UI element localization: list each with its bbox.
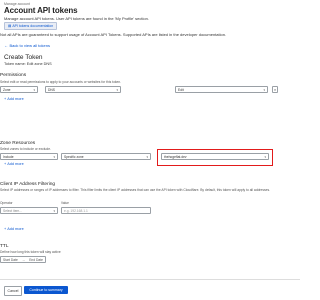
zone-mode-select[interactable]: Include ▾	[0, 153, 58, 160]
continue-button[interactable]: Continue to summary	[24, 286, 68, 294]
page-title: Account API tokens	[4, 6, 78, 15]
permission-resource-value: DNS	[48, 87, 55, 92]
permissions-add-more-label: Add more	[7, 97, 24, 101]
permissions-heading: Permissions	[0, 73, 27, 78]
token-name-label[interactable]: Token name: Edit zone DNS	[4, 62, 52, 66]
ttl-start-date: Start Date	[3, 257, 18, 262]
close-icon: ×	[273, 87, 277, 92]
arrow-left-icon: ←	[4, 43, 8, 48]
zone-resources-hint: Select zones to include or exclude.	[0, 147, 51, 151]
operator-label: Operator	[0, 201, 13, 205]
plus-icon: +	[4, 97, 7, 101]
ip-filtering-heading: Client IP Address Filtering	[0, 182, 56, 187]
chevron-down-icon: ▾	[263, 87, 265, 92]
chevron-down-icon: ▾	[146, 154, 148, 159]
permission-scope-value: Zone	[3, 87, 11, 92]
docs-button-label: API tokens documentation	[12, 24, 54, 28]
ip-filtering-add-more[interactable]: + Add more	[4, 227, 24, 231]
chevron-down-icon: ▾	[53, 208, 55, 213]
permission-resource-select[interactable]: DNS ▾	[45, 86, 121, 93]
permissions-hint: Select edit or read permissions to apply…	[0, 80, 122, 84]
footer-divider	[0, 279, 300, 280]
back-link[interactable]: ← Back to view all tokens	[4, 43, 50, 48]
permission-level-value: Edit	[178, 87, 184, 92]
ttl-arrow: →	[21, 257, 26, 262]
document-icon: ▤	[8, 24, 12, 28]
chevron-down-icon: ▾	[116, 87, 118, 92]
api-support-note: Not all APIs are guaranteed to support u…	[0, 32, 227, 37]
zone-resources-heading: Zone Resources	[0, 141, 36, 146]
ttl-end-date: End Date	[29, 257, 43, 262]
plus-icon: +	[4, 227, 7, 231]
zone-scope-value: Specific zone	[64, 154, 84, 159]
permissions-add-more[interactable]: + Add more	[4, 97, 24, 101]
value-label: Value	[61, 201, 69, 205]
permission-scope-select[interactable]: Zone ▾	[0, 86, 38, 93]
docs-button[interactable]: ▤ API tokens documentation	[4, 22, 58, 30]
ttl-hint: Define how long this token will stay act…	[0, 250, 61, 254]
operator-placeholder: Select item...	[3, 208, 23, 213]
page-subtitle: Manage account API tokens. User API toke…	[4, 16, 149, 21]
ip-filtering-add-more-label: Add more	[7, 227, 24, 231]
operator-select[interactable]: Select item... ▾	[0, 207, 58, 214]
cancel-button[interactable]: Cancel	[4, 286, 22, 296]
chevron-down-icon: ▾	[33, 87, 35, 92]
remove-permission-button[interactable]: ×	[272, 86, 278, 93]
permission-level-select[interactable]: Edit ▾	[175, 86, 268, 93]
zone-resources-add-more[interactable]: + Add more	[4, 162, 24, 166]
create-token-heading: Create Token	[4, 54, 43, 61]
zone-resources-add-more-label: Add more	[7, 162, 24, 166]
zone-scope-select[interactable]: Specific zone ▾	[61, 153, 151, 160]
zone-select[interactable]: thehogeflat.dev ▾	[161, 153, 269, 160]
plus-icon: +	[4, 162, 7, 166]
ttl-heading: TTL	[0, 244, 9, 249]
ip-value-placeholder: e.g. 192.168.1.1	[64, 208, 88, 213]
chevron-down-icon: ▾	[264, 154, 266, 159]
zone-value: thehogeflat.dev	[164, 154, 187, 159]
ttl-date-range[interactable]: Start Date → End Date	[0, 256, 46, 263]
back-link-label: Back to view all tokens	[9, 43, 50, 48]
zone-mode-value: Include	[3, 154, 14, 159]
ip-value-input[interactable]: e.g. 192.168.1.1	[61, 207, 151, 214]
ip-filtering-hint: Select IP addresses or ranges of IP addr…	[0, 188, 271, 192]
chevron-down-icon: ▾	[53, 154, 55, 159]
